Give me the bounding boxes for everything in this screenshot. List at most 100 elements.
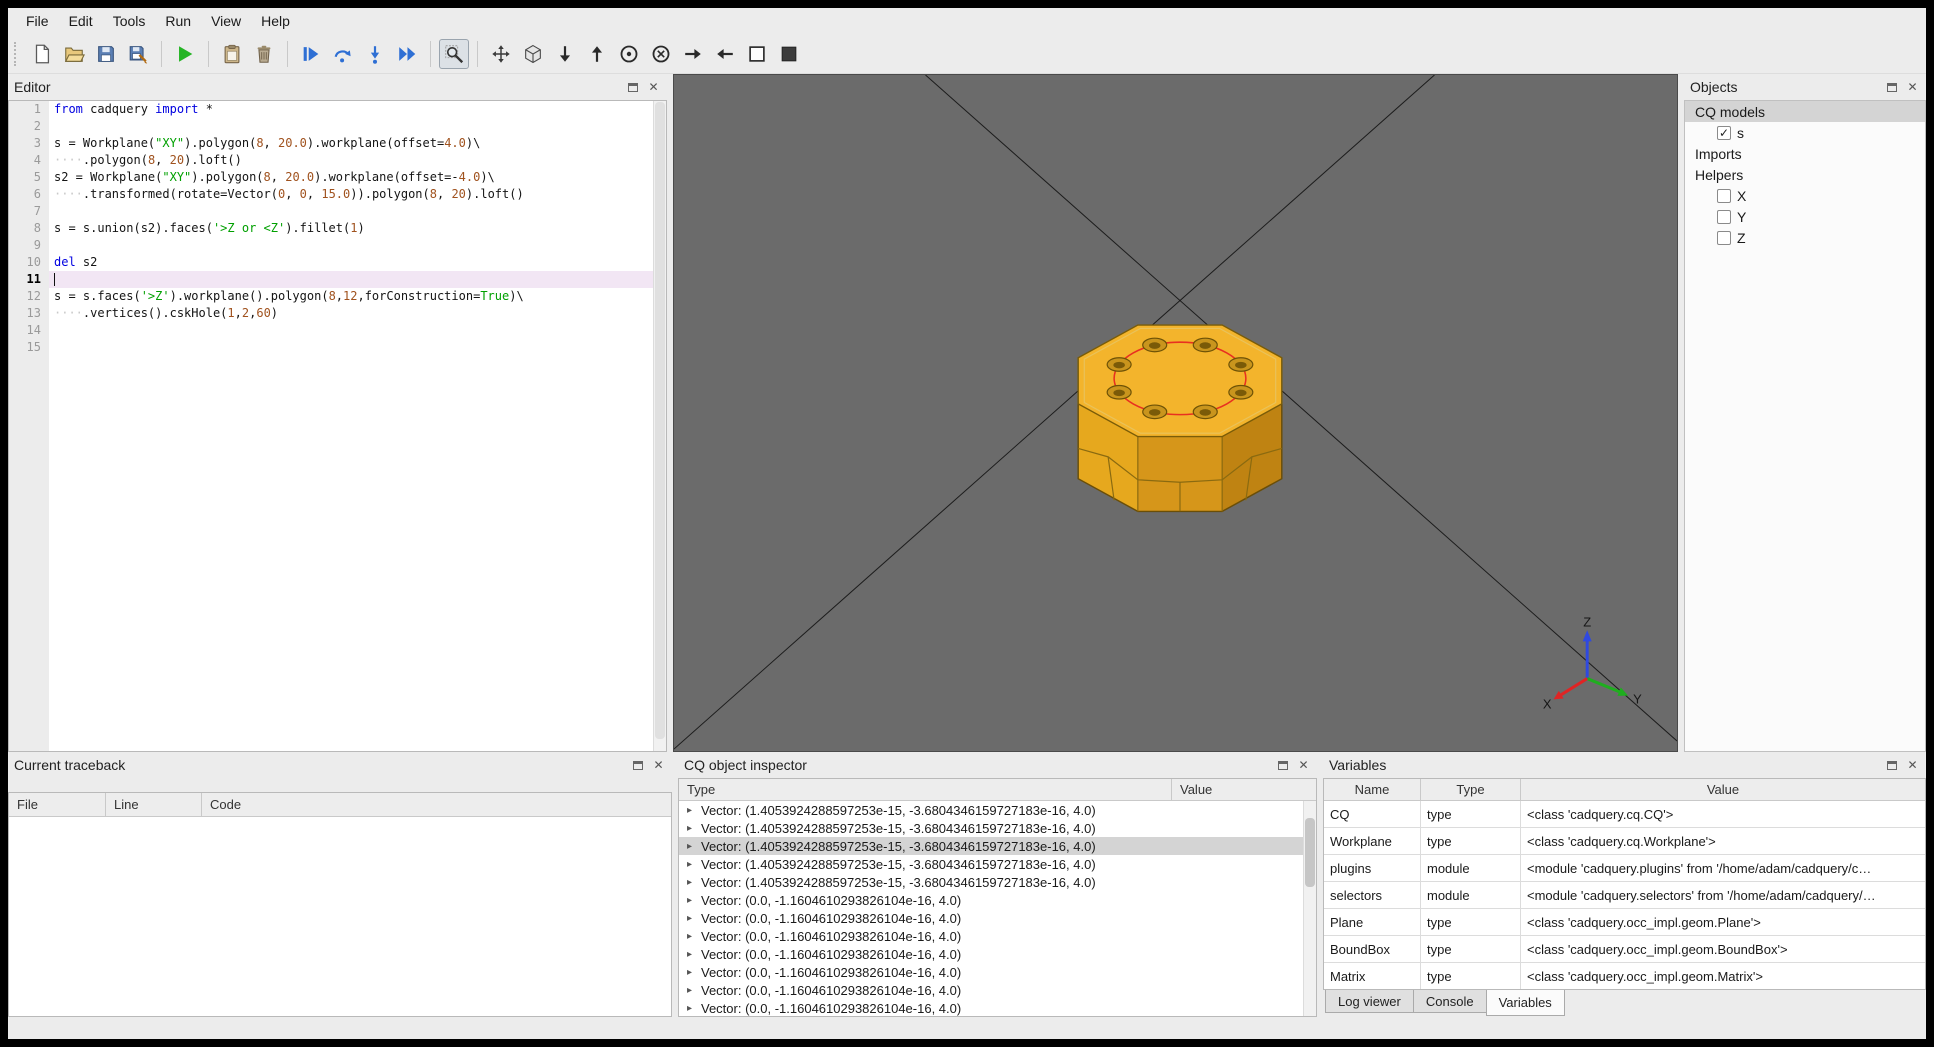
expand-arrow-icon[interactable]: ▸ (687, 859, 701, 870)
float-panel-icon[interactable] (1275, 758, 1290, 773)
close-panel-icon[interactable]: ✕ (1905, 758, 1920, 773)
editor-panel-titlebar[interactable]: Editor ✕ (8, 74, 667, 100)
close-panel-icon[interactable]: ✕ (651, 758, 666, 773)
menu-view[interactable]: View (201, 10, 251, 32)
close-panel-icon[interactable]: ✕ (1296, 758, 1311, 773)
debug-button[interactable] (296, 39, 326, 69)
editor-line-9[interactable]: 9 (9, 237, 666, 254)
bottom-view-button[interactable] (582, 39, 612, 69)
editor-line-1[interactable]: 1 from cadquery import * (9, 101, 666, 118)
tab-console[interactable]: Console (1412, 990, 1487, 1013)
close-panel-icon[interactable]: ✕ (646, 80, 661, 95)
menu-tools[interactable]: Tools (103, 10, 156, 32)
tab-variables[interactable]: Variables (1485, 990, 1565, 1016)
objects-item-z[interactable]: Z (1685, 227, 1925, 248)
inspector-row[interactable]: ▸ Vector: (1.4053924288597253e-15, -3.680… (679, 873, 1303, 891)
front-view-button[interactable] (614, 39, 644, 69)
save-button[interactable] (91, 39, 121, 69)
editor-line-8[interactable]: 8 s = s.union(s2).faces('>Z or <Z').fille… (9, 220, 666, 237)
variable-row-cq[interactable]: CQ type <class 'cadquery.cq.CQ'> (1324, 801, 1925, 828)
expand-arrow-icon[interactable]: ▸ (687, 895, 701, 906)
inspector-row[interactable]: ▸ Vector: (0.0, -1.1604610293826104e-16, … (679, 927, 1303, 945)
viewport-3d[interactable]: Z Y X (673, 74, 1678, 752)
continue-button[interactable] (392, 39, 422, 69)
expand-arrow-icon[interactable]: ▸ (687, 805, 701, 816)
open-file-button[interactable] (59, 39, 89, 69)
menu-file[interactable]: File (16, 10, 59, 32)
traceback-panel-titlebar[interactable]: Current traceback ✕ (8, 752, 672, 778)
inspector-row[interactable]: ▸ Vector: (1.4053924288597253e-15, -3.680… (679, 855, 1303, 873)
expand-arrow-icon[interactable]: ▸ (687, 1003, 701, 1014)
inspector-row[interactable]: ▸ Vector: (0.0, -1.1604610293826104e-16, … (679, 891, 1303, 909)
editor-line-2[interactable]: 2 (9, 118, 666, 135)
float-panel-icon[interactable] (625, 80, 640, 95)
wireframe-button[interactable] (742, 39, 772, 69)
close-panel-icon[interactable]: ✕ (1905, 80, 1920, 95)
editor-line-12[interactable]: 12 s = s.faces('>Z').workplane().polygon(… (9, 288, 666, 305)
editor-line-14[interactable]: 14 (9, 322, 666, 339)
inspector-row[interactable]: ▸ Vector: (1.4053924288597253e-15, -3.680… (679, 819, 1303, 837)
menu-help[interactable]: Help (251, 10, 300, 32)
checkbox-z[interactable] (1717, 230, 1731, 245)
delete-button[interactable] (249, 39, 279, 69)
objects-item-x[interactable]: X (1685, 185, 1925, 206)
editor-line-3[interactable]: 3 s = Workplane("XY").polygon(8, 20.0).wo… (9, 135, 666, 152)
inspector-panel-titlebar[interactable]: CQ object inspector ✕ (678, 752, 1317, 778)
objects-item-s[interactable]: ✓ s (1685, 122, 1925, 143)
inspector-row[interactable]: ▸ Vector: (0.0, -1.1604610293826104e-16, … (679, 999, 1303, 1016)
paste-button[interactable] (217, 39, 247, 69)
right-view-button[interactable] (710, 39, 740, 69)
editor-scrollbar-thumb[interactable] (655, 102, 665, 739)
editor-line-11[interactable]: 11 (9, 271, 666, 288)
editor-scrollbar[interactable] (653, 101, 666, 751)
expand-arrow-icon[interactable]: ▸ (687, 877, 701, 888)
variable-row-matrix[interactable]: Matrix type <class 'cadquery.occ_impl.geom… (1324, 963, 1925, 989)
menu-edit[interactable]: Edit (59, 10, 103, 32)
inspector-row[interactable]: ▸ Vector: (1.4053924288597253e-15, -3.680… (679, 801, 1303, 819)
objects-panel-titlebar[interactable]: Objects ✕ (1684, 74, 1926, 100)
inspector-scrollbar[interactable] (1303, 801, 1316, 1016)
inspector-row[interactable]: ▸ Vector: (0.0, -1.1604610293826104e-16, … (679, 909, 1303, 927)
step-into-button[interactable] (360, 39, 390, 69)
variable-row-boundbox[interactable]: BoundBox type <class 'cadquery.occ_impl.ge… (1324, 936, 1925, 963)
expand-arrow-icon[interactable]: ▸ (687, 823, 701, 834)
editor-line-10[interactable]: 10 del s2 (9, 254, 666, 271)
shaded-button[interactable] (774, 39, 804, 69)
top-view-button[interactable] (550, 39, 580, 69)
variable-row-workplane[interactable]: Workplane type <class 'cadquery.cq.Workpla… (1324, 828, 1925, 855)
inspector-row[interactable]: ▸ Vector: (1.4053924288597253e-15, -3.680… (679, 837, 1303, 855)
iso-view-button[interactable] (518, 39, 548, 69)
back-view-button[interactable] (646, 39, 676, 69)
inspector-row[interactable]: ▸ Vector: (0.0, -1.1604610293826104e-16, … (679, 981, 1303, 999)
float-panel-icon[interactable] (1884, 758, 1899, 773)
left-view-button[interactable] (678, 39, 708, 69)
inspector-row[interactable]: ▸ Vector: (0.0, -1.1604610293826104e-16, … (679, 963, 1303, 981)
editor-lines[interactable]: 1 from cadquery import * 2 3 s = Workplane("… (9, 101, 666, 751)
objects-item-y[interactable]: Y (1685, 206, 1925, 227)
variable-row-plugins[interactable]: plugins module <module 'cadquery.plugins' … (1324, 855, 1925, 882)
objects-item-imports[interactable]: Imports (1685, 143, 1925, 164)
editor-line-5[interactable]: 5 s2 = Workplane("XY").polygon(8, 20.0).w… (9, 169, 666, 186)
code-editor[interactable]: 1 from cadquery import * 2 3 s = Workplane("… (8, 100, 667, 752)
checkbox-s[interactable]: ✓ (1717, 125, 1731, 140)
new-file-button[interactable] (27, 39, 57, 69)
editor-line-4[interactable]: 4 ····.polygon(8, 20).loft() (9, 152, 666, 169)
tab-log-viewer[interactable]: Log viewer (1325, 990, 1414, 1013)
expand-arrow-icon[interactable]: ▸ (687, 913, 701, 924)
objects-item-helpers[interactable]: Helpers (1685, 164, 1925, 185)
checkbox-y[interactable] (1717, 209, 1731, 224)
float-panel-icon[interactable] (1884, 80, 1899, 95)
inspector-scrollbar-thumb[interactable] (1305, 818, 1315, 887)
editor-line-6[interactable]: 6 ····.transformed(rotate=Vector(0, 0, 15… (9, 186, 666, 203)
expand-arrow-icon[interactable]: ▸ (687, 931, 701, 942)
save-as-button[interactable] (123, 39, 153, 69)
inspector-row[interactable]: ▸ Vector: (0.0, -1.1604610293826104e-16, … (679, 945, 1303, 963)
variable-row-selectors[interactable]: selectors module <module 'cadquery.selecto… (1324, 882, 1925, 909)
zoom-fit-button[interactable] (439, 38, 469, 69)
render-button[interactable] (170, 39, 200, 69)
variables-panel-titlebar[interactable]: Variables ✕ (1323, 752, 1926, 778)
float-panel-icon[interactable] (630, 758, 645, 773)
menu-run[interactable]: Run (155, 10, 201, 32)
editor-line-15[interactable]: 15 (9, 339, 666, 356)
expand-arrow-icon[interactable]: ▸ (687, 949, 701, 960)
